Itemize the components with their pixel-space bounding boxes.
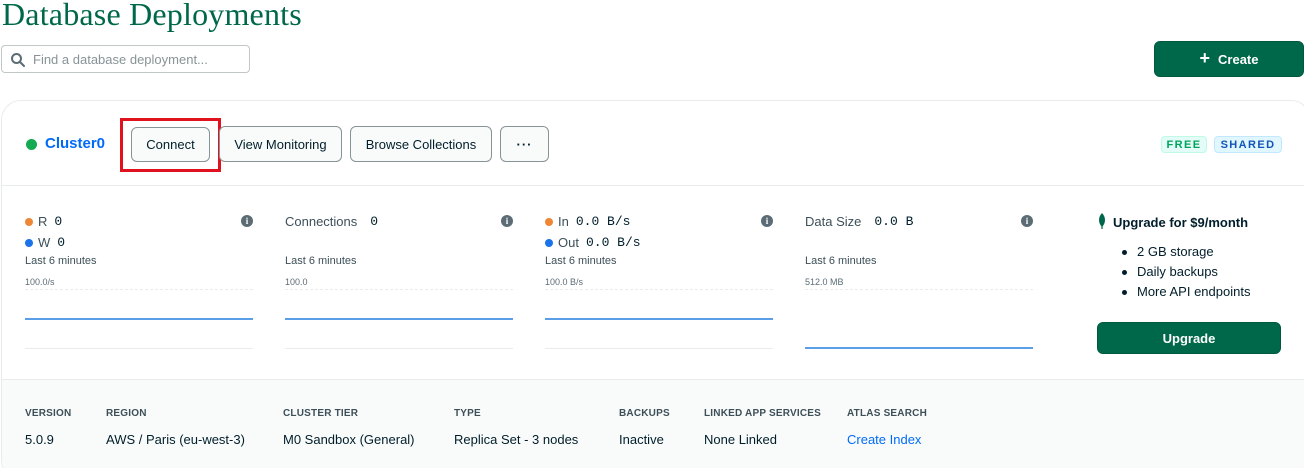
metric-out-line: Out 0.0 B/s <box>545 235 641 250</box>
metric-scale: 512.0 MB <box>805 277 844 287</box>
metric-scale: 100.0/s <box>25 277 55 287</box>
metric-in-label: In <box>558 214 569 229</box>
metric-connections-value: 0 <box>370 214 379 229</box>
metric-operations[interactable]: R 0 W 0 i Last 6 minutes 100.0/s <box>25 211 255 351</box>
metric-write-value: 0 <box>57 235 66 250</box>
metric-scale: 100.0 B/s <box>545 277 584 287</box>
metric-period: Last 6 minutes <box>545 255 617 267</box>
upgrade-feature-item: 2 GB storage <box>1121 244 1250 264</box>
chart-gridline <box>285 289 513 290</box>
detail-label: REGION <box>106 408 147 419</box>
upgrade-feature-item: More API endpoints <box>1121 284 1250 304</box>
info-icon[interactable]: i <box>1021 215 1033 227</box>
metric-connections[interactable]: Connections 0 i Last 6 minutes 100.0 <box>285 211 515 351</box>
chart-baseline <box>25 348 253 349</box>
browse-collections-button[interactable]: Browse Collections <box>350 126 492 162</box>
metric-scale: 100.0 <box>285 277 308 287</box>
detail-value: None Linked <box>704 432 777 447</box>
metric-in-line: In 0.0 B/s <box>545 214 630 229</box>
card-divider <box>2 185 1304 186</box>
more-options-button[interactable]: ··· <box>500 126 549 162</box>
chart-series-line <box>805 347 1033 349</box>
plus-icon: + <box>1199 48 1211 68</box>
metric-data-size-value: 0.0 B <box>874 214 914 229</box>
detail-value: Replica Set - 3 nodes <box>454 432 579 447</box>
chart-series-line <box>545 318 773 320</box>
cluster-status-dot <box>26 139 37 150</box>
info-icon[interactable]: i <box>501 215 513 227</box>
free-badge: FREE <box>1161 136 1207 153</box>
metric-data-size-label: Data Size <box>805 214 862 229</box>
info-icon[interactable]: i <box>241 215 253 227</box>
read-dot-icon <box>25 217 33 226</box>
detail-label: LINKED APP SERVICES <box>704 408 821 419</box>
info-icon[interactable]: i <box>761 215 773 227</box>
detail-label: CLUSTER TIER <box>283 408 359 419</box>
cluster-name-link[interactable]: Cluster0 <box>45 135 105 152</box>
cluster-details-footer: VERSION 5.0.9 REGION AWS / Paris (eu-wes… <box>2 379 1304 468</box>
search-input[interactable] <box>33 49 243 69</box>
upgrade-feature-list: 2 GB storage Daily backups More API endp… <box>1121 244 1250 304</box>
chart-gridline <box>25 289 253 290</box>
detail-value: AWS / Paris (eu-west-3) <box>106 432 245 447</box>
metric-read-label: R <box>38 214 48 229</box>
metric-read-value: 0 <box>54 214 63 229</box>
chart-baseline <box>545 348 773 349</box>
metric-period: Last 6 minutes <box>25 255 97 267</box>
detail-label: ATLAS SEARCH <box>847 408 927 419</box>
cluster-card: Cluster0 Connect View Monitoring Browse … <box>1 100 1304 468</box>
chart-baseline <box>285 348 513 349</box>
detail-label: BACKUPS <box>619 408 670 419</box>
search-icon <box>11 53 25 67</box>
create-button[interactable]: + Create <box>1154 41 1304 77</box>
detail-cluster-tier: CLUSTER TIER M0 Sandbox (General) <box>283 408 415 447</box>
metric-data-size[interactable]: Data Size 0.0 B i Last 6 minutes 512.0 M… <box>805 211 1035 351</box>
metric-write-line: W 0 <box>25 235 65 250</box>
metric-network[interactable]: In 0.0 B/s Out 0.0 B/s i Last 6 minutes … <box>545 211 775 351</box>
write-dot-icon <box>25 238 33 247</box>
chart-series-line <box>25 318 253 320</box>
upgrade-feature-item: Daily backups <box>1121 264 1250 284</box>
detail-value: M0 Sandbox (General) <box>283 432 415 447</box>
metric-connections-label: Connections <box>285 214 358 229</box>
upgrade-title: Upgrade for $9/month <box>1113 215 1249 230</box>
page-title: Database Deployments <box>2 0 302 32</box>
in-dot-icon <box>545 217 553 226</box>
metric-in-value: 0.0 B/s <box>575 214 631 229</box>
metric-data-size-line: Data Size 0.0 B <box>805 214 913 229</box>
metric-period: Last 6 minutes <box>805 255 877 267</box>
create-button-label: Create <box>1218 51 1259 67</box>
chart-series-line <box>285 318 513 320</box>
metric-out-label: Out <box>558 235 579 250</box>
metric-write-label: W <box>38 235 51 250</box>
view-monitoring-button[interactable]: View Monitoring <box>219 126 342 162</box>
detail-label: VERSION <box>25 408 72 419</box>
detail-version: VERSION 5.0.9 <box>25 408 71 447</box>
shared-badge: SHARED <box>1214 136 1282 153</box>
connect-highlight-box <box>120 118 221 172</box>
metric-read-line: R 0 <box>25 214 62 229</box>
detail-linked-app-services: LINKED APP SERVICES None Linked <box>704 408 821 447</box>
metric-connections-line: Connections 0 <box>285 214 378 229</box>
detail-label: TYPE <box>454 408 481 419</box>
detail-type: TYPE Replica Set - 3 nodes <box>454 408 578 447</box>
detail-region: REGION AWS / Paris (eu-west-3) <box>106 408 245 447</box>
chart-gridline <box>545 289 773 290</box>
create-index-link[interactable]: Create Index <box>847 432 927 447</box>
search-box[interactable] <box>1 45 250 73</box>
chart-gridline <box>805 289 1033 290</box>
detail-backups: BACKUPS Inactive <box>619 408 670 447</box>
mongodb-leaf-icon <box>1099 213 1105 229</box>
detail-value: 5.0.9 <box>25 432 54 447</box>
out-dot-icon <box>545 238 553 247</box>
detail-value: Inactive <box>619 432 664 447</box>
upgrade-button[interactable]: Upgrade <box>1097 322 1281 354</box>
metric-out-value: 0.0 B/s <box>585 235 641 250</box>
detail-atlas-search: ATLAS SEARCH Create Index <box>847 408 927 447</box>
metric-period: Last 6 minutes <box>285 255 357 267</box>
